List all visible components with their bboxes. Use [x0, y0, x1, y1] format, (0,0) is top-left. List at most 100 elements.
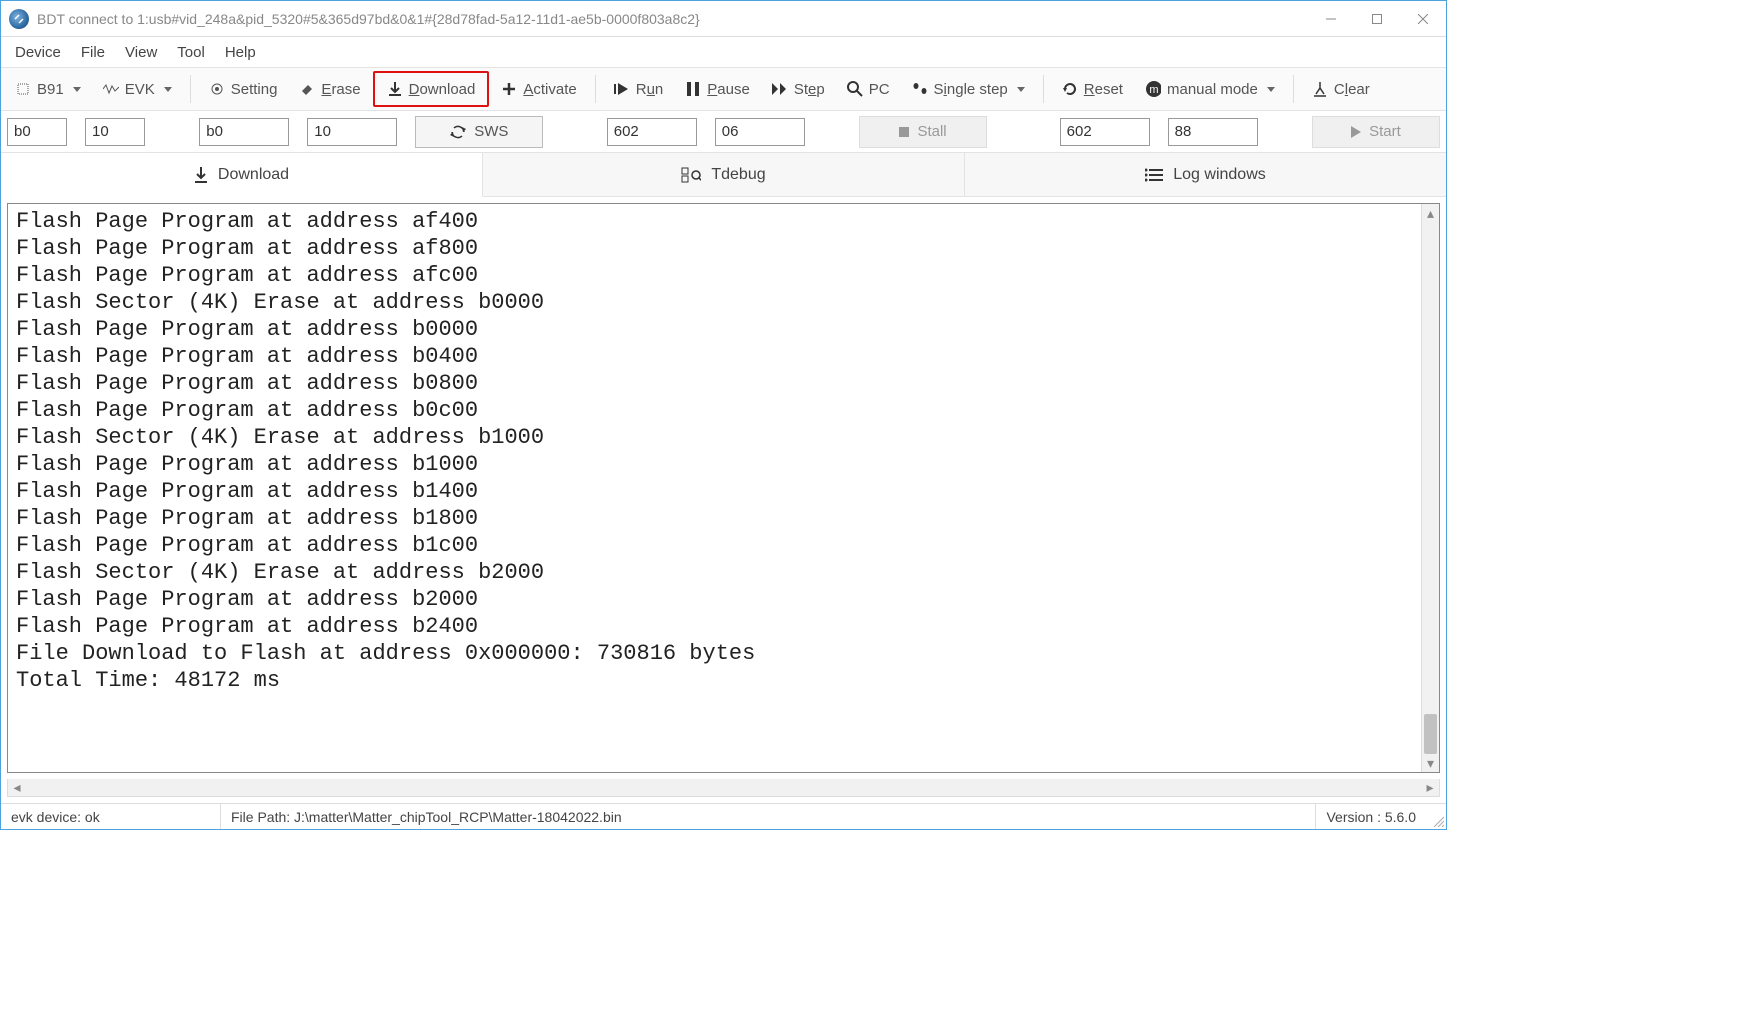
app-icon — [9, 9, 29, 29]
board-label: EVK — [125, 81, 155, 98]
scroll-up-icon[interactable]: ▴ — [1422, 204, 1439, 222]
tab-download-label: Download — [218, 166, 289, 184]
erase-icon — [299, 81, 315, 97]
sws-button[interactable]: SWS — [415, 116, 543, 148]
log-output[interactable]: Flash Page Program at address af400 Flas… — [8, 204, 1421, 772]
scroll-track[interactable] — [26, 779, 1421, 796]
menu-file[interactable]: File — [71, 40, 115, 65]
log-panel: Flash Page Program at address af400 Flas… — [7, 203, 1440, 773]
sws-label: SWS — [474, 123, 508, 140]
menubar: Device File View Tool Help — [1, 37, 1446, 67]
stop-icon — [899, 127, 909, 137]
chevron-down-icon — [1267, 87, 1275, 92]
tab-log[interactable]: Log windows — [965, 153, 1446, 196]
tab-tdebug[interactable]: Tdebug — [483, 153, 965, 196]
status-version: Version : 5.6.0 — [1316, 804, 1426, 829]
status-device: evk device: ok — [1, 804, 221, 829]
reset-icon — [1062, 81, 1078, 97]
activate-label: Activate — [523, 81, 576, 98]
manual-icon: m — [1145, 81, 1161, 97]
wave-icon — [103, 81, 119, 97]
step-label: Step — [794, 81, 825, 98]
step-button[interactable]: Step — [762, 71, 835, 107]
single-step-label: Single step — [934, 81, 1008, 98]
chevron-down-icon — [1017, 87, 1025, 92]
manual-mode-label: manual mode — [1167, 81, 1258, 98]
param-field-8[interactable] — [1168, 118, 1258, 146]
pc-button[interactable]: PC — [837, 71, 900, 107]
separator — [190, 75, 191, 103]
download-label: Download — [409, 81, 476, 98]
stall-button[interactable]: Stall — [859, 116, 987, 148]
separator — [1043, 75, 1044, 103]
menu-help[interactable]: Help — [215, 40, 266, 65]
maximize-button[interactable] — [1354, 1, 1400, 37]
status-bar: evk device: ok File Path: J:\matter\Matt… — [1, 803, 1446, 829]
status-filepath: File Path: J:\matter\Matter_chipTool_RCP… — [221, 804, 1316, 829]
horizontal-scrollbar[interactable]: ◂ ▸ — [7, 779, 1440, 797]
start-label: Start — [1369, 123, 1401, 140]
pause-button[interactable]: Pause — [675, 71, 760, 107]
setting-label: Setting — [231, 81, 278, 98]
list-icon — [1145, 168, 1163, 182]
param-field-1[interactable] — [7, 118, 67, 146]
param-row: SWS Stall Start — [1, 111, 1446, 153]
pause-label: Pause — [707, 81, 750, 98]
download-icon — [387, 81, 403, 97]
window-controls — [1308, 1, 1446, 37]
window-title: BDT connect to 1:usb#vid_248a&pid_5320#5… — [37, 11, 1308, 27]
minimize-button[interactable] — [1308, 1, 1354, 37]
tab-bar: Download Tdebug Log windows — [1, 153, 1446, 197]
menu-tool[interactable]: Tool — [167, 40, 215, 65]
play-icon — [614, 81, 630, 97]
download-icon — [194, 166, 208, 184]
tab-tdebug-label: Tdebug — [711, 166, 765, 184]
tab-download[interactable]: Download — [1, 153, 483, 197]
clear-icon — [1312, 81, 1328, 97]
erase-button[interactable]: Erase — [289, 71, 370, 107]
resize-grip[interactable] — [1426, 804, 1446, 829]
board-select[interactable]: EVK — [93, 71, 182, 107]
clear-button[interactable]: Clear — [1302, 71, 1380, 107]
tab-log-label: Log windows — [1173, 166, 1266, 184]
activate-button[interactable]: Activate — [491, 71, 586, 107]
scroll-left-icon[interactable]: ◂ — [8, 779, 26, 796]
setting-button[interactable]: Setting — [199, 71, 288, 107]
reset-label: Reset — [1084, 81, 1123, 98]
manual-mode-button[interactable]: m manual mode — [1135, 71, 1285, 107]
scroll-track[interactable] — [1422, 222, 1439, 754]
run-button[interactable]: Run — [604, 71, 674, 107]
vertical-scrollbar[interactable]: ▴ ▾ — [1421, 204, 1439, 772]
param-field-5[interactable] — [607, 118, 697, 146]
reset-button[interactable]: Reset — [1052, 71, 1133, 107]
scroll-thumb[interactable] — [1424, 714, 1437, 754]
download-button[interactable]: Download — [373, 71, 490, 107]
erase-label: Erase — [321, 81, 360, 98]
separator — [1293, 75, 1294, 103]
pc-label: PC — [869, 81, 890, 98]
svg-text:m: m — [1149, 84, 1158, 96]
scroll-right-icon[interactable]: ▸ — [1421, 779, 1439, 796]
chip-icon — [15, 81, 31, 97]
param-field-4[interactable] — [307, 118, 397, 146]
toolbar: B91 EVK Setting Erase Download Activate … — [1, 67, 1446, 111]
menu-view[interactable]: View — [115, 40, 167, 65]
param-field-3[interactable] — [199, 118, 289, 146]
close-button[interactable] — [1400, 1, 1446, 37]
param-field-7[interactable] — [1060, 118, 1150, 146]
app-window: BDT connect to 1:usb#vid_248a&pid_5320#5… — [0, 0, 1447, 830]
chip-label: B91 — [37, 81, 64, 98]
refresh-icon — [450, 124, 466, 140]
pause-icon — [685, 81, 701, 97]
titlebar: BDT connect to 1:usb#vid_248a&pid_5320#5… — [1, 1, 1446, 37]
debug-icon — [681, 167, 701, 183]
scroll-down-icon[interactable]: ▾ — [1422, 754, 1439, 772]
step-icon — [772, 81, 788, 97]
menu-device[interactable]: Device — [5, 40, 71, 65]
start-button[interactable]: Start — [1312, 116, 1440, 148]
single-step-button[interactable]: Single step — [902, 71, 1035, 107]
chip-select[interactable]: B91 — [5, 71, 91, 107]
param-field-2[interactable] — [85, 118, 145, 146]
gear-icon — [209, 81, 225, 97]
param-field-6[interactable] — [715, 118, 805, 146]
